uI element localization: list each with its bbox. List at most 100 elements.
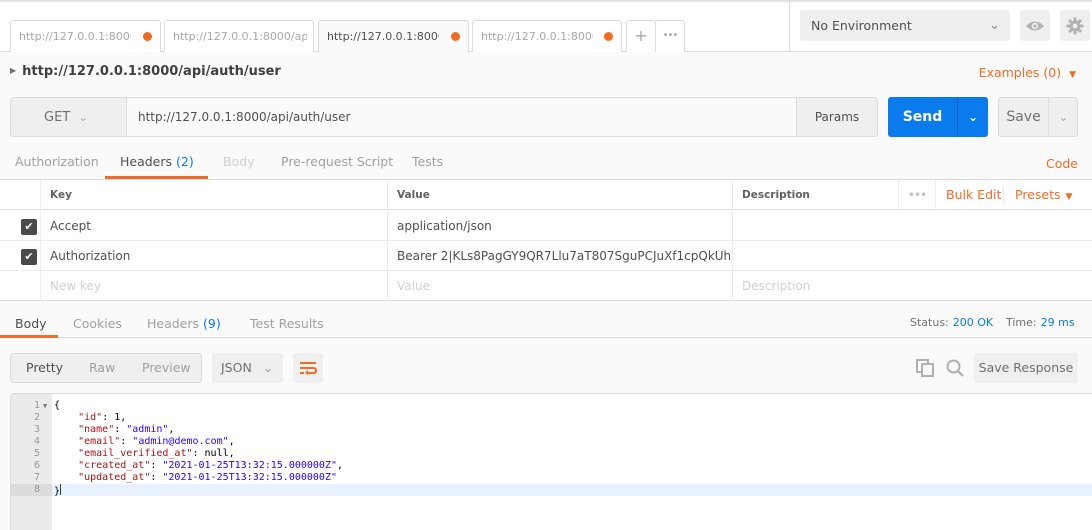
copy-icon [916,359,934,377]
code-line: 3 "name": "admin", [11,424,1092,436]
headers-count-badge: (9) [203,316,221,331]
code-text: "email_verified_at": null, [78,448,235,459]
tab-label: Cookies [73,316,122,331]
tab-label: Test Results [250,316,324,331]
save-label: Save [1006,109,1041,125]
tab-pre-request-script[interactable]: Pre-request Script [281,154,393,169]
line-number: 4 [33,436,40,447]
table-row: ✔ Authorization Bearer 2|KLs8PagGY9QR7Ll… [0,241,1092,271]
header-description-cell[interactable] [732,241,1092,271]
tab-response-headers[interactable]: Headers (9) [147,316,221,331]
tab-test-results[interactable]: Test Results [250,316,324,331]
request-name[interactable]: ▶ http://127.0.0.1:8000/api/auth/user [10,64,281,79]
headers-table: Key Value Description ••• Bulk Edit Pres… [0,180,1092,301]
bulk-edit-link[interactable]: Bulk Edit [946,180,1001,210]
code-text: "created_at": "2021-01-25T13:32:15.00000… [78,460,344,471]
code-text: { [54,400,61,411]
eye-icon [1026,21,1044,30]
chevron-down-icon: ⌄ [262,361,273,375]
request-tab[interactable]: http://127.0.0.1:8000/api/auth/user [164,20,314,52]
ellipsis-icon: ••• [907,188,927,202]
new-key-input[interactable]: New key [40,271,388,301]
response-body-editor[interactable]: 1 ▼{2 "id": 1, 3 "name": "admin", 4 "email"… [10,393,1092,530]
column-header-key: Key [40,180,388,210]
code-line: 8} [11,484,1092,497]
expand-triangle-icon[interactable]: ▶ [10,66,16,75]
new-value-input[interactable]: Value [387,271,733,301]
request-name-text: http://127.0.0.1:8000/api/auth/user [22,64,281,79]
header-value-cell[interactable]: application/json [387,211,733,241]
tab-label: Body [223,154,255,169]
send-button[interactable]: Send ⌄ [888,97,988,137]
method-select[interactable]: GET ⌄ [10,97,126,137]
tab-headers[interactable]: Headers (2) [120,154,194,169]
more-tabs-button[interactable]: ••• [655,20,685,52]
header-enabled-checkbox[interactable]: ✔ [21,219,37,235]
code-line: 7 "updated_at": "2021-01-25T13:32:15.000… [11,472,1092,484]
code-text: "name": "admin", [78,424,175,435]
format-pretty-button[interactable]: Pretty [26,354,63,382]
unsaved-dot-icon [604,32,613,41]
tab-authorization[interactable]: Authorization [15,154,99,169]
method-value: GET [44,110,71,125]
tab-cookies[interactable]: Cookies [73,316,122,331]
environment-select[interactable]: No Environment ⌄ [800,10,1010,41]
format-toggle-group: Pretty Raw Preview [10,353,202,383]
active-tab-indicator [0,335,58,338]
tab-label: Authorization [15,154,99,169]
new-tab-button[interactable]: + [626,20,656,52]
table-row: ✔ Accept application/json [0,211,1092,241]
response-time: Time: 29 ms [1006,316,1075,329]
save-button[interactable]: Save ⌄ [998,97,1078,137]
request-tab[interactable]: http://127.0.0.1:8000/api/auth/user [10,20,161,52]
language-select[interactable]: JSON ⌄ [212,353,283,383]
line-number: 8 [11,484,52,496]
fold-toggle-icon[interactable]: ▼ [43,400,47,412]
send-options-chevron-icon[interactable]: ⌄ [958,97,988,137]
header-key-cell[interactable]: Accept [40,211,388,241]
request-tab-active[interactable]: http://127.0.0.1:8000/api/auth/user [318,20,469,53]
copy-button[interactable] [915,358,935,378]
response-tabs: Body Cookies Headers (9) Test Results Sta… [0,302,1092,338]
code-line: 2 "id": 1, [11,412,1092,424]
column-header-description: Description [732,180,899,210]
code-link[interactable]: Code [1046,156,1078,171]
tab-label: Headers [147,316,200,331]
manage-environments-button[interactable] [1060,10,1090,41]
search-button[interactable] [945,358,965,378]
format-raw-button[interactable]: Raw [89,354,115,382]
request-tab-label: http://127.0.0.1:8000/api/auth/user [173,30,307,43]
new-description-input[interactable]: Description [732,271,1092,301]
search-icon [946,359,964,377]
tab-response-body[interactable]: Body [15,316,47,331]
chevron-down-icon: ⌄ [989,18,1000,33]
code-text: "id": 1, [78,412,127,423]
wrap-lines-button[interactable] [293,353,323,383]
caret-down-icon: ▼ [1065,192,1073,202]
tab-tests[interactable]: Tests [412,154,443,169]
save-response-button[interactable]: Save Response [974,353,1078,383]
header-description-cell[interactable] [732,211,1092,241]
params-button[interactable]: Params [796,97,878,137]
tab-body[interactable]: Body [223,154,255,169]
environment-quick-look-button[interactable] [1020,10,1050,41]
gear-icon [1066,17,1084,34]
request-tab[interactable]: http://127.0.0.1:8000/api/auth/user [472,20,622,52]
presets-dropdown[interactable]: Presets ▼ [1015,180,1072,210]
code-line: 5 "email_verified_at": null, [11,448,1092,460]
code-line: 4 "email": "admin@demo.com", [11,436,1092,448]
tab-label: Headers [120,154,173,169]
code-text: "email": "admin@demo.com", [78,436,235,447]
header-value-cell[interactable]: Bearer 2|KLs8PagGY9QR7Llu7aT807SguPCJuXf… [387,241,733,271]
header-enabled-checkbox[interactable]: ✔ [21,249,37,265]
request-tab-label: http://127.0.0.1:8000/api/auth/user [19,30,131,43]
text-cursor [60,484,62,495]
status-badge: 200 OK [952,316,994,329]
header-key-cell[interactable]: Authorization [40,241,388,271]
line-number: 5 [33,448,40,459]
url-input[interactable]: http://127.0.0.1:8000/api/auth/user [126,97,797,137]
column-options-button[interactable]: ••• [898,180,936,210]
format-preview-button[interactable]: Preview [142,354,191,382]
examples-dropdown[interactable]: Examples (0) ▼ [979,65,1076,80]
save-options-chevron-icon[interactable]: ⌄ [1049,98,1078,136]
